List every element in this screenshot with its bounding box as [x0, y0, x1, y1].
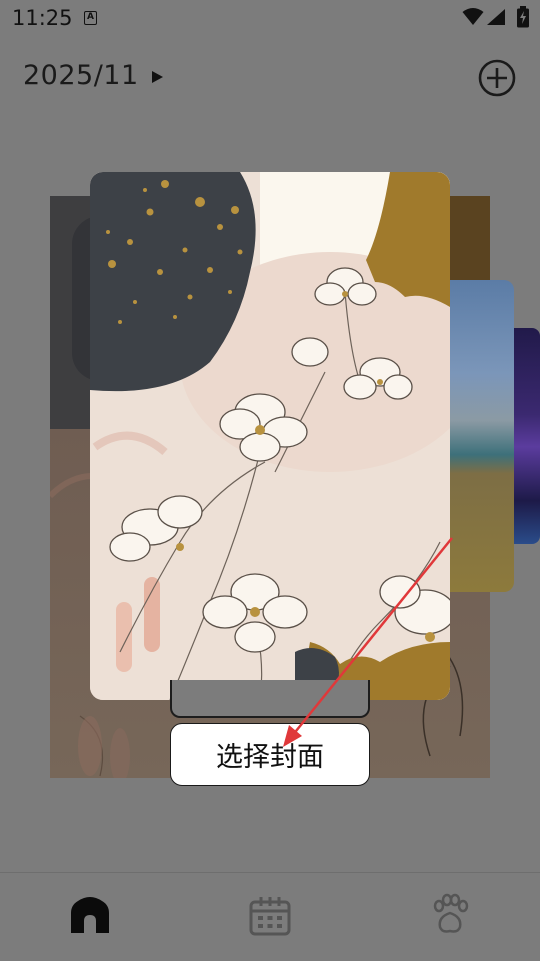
play-triangle-icon[interactable] [151, 70, 164, 84]
floral-cover-illustration [90, 172, 450, 700]
month-label[interactable]: 2025/11 [23, 60, 139, 91]
plus-circle-icon[interactable] [478, 59, 516, 97]
choose-cover-button[interactable]: 选择封面 [170, 723, 370, 786]
paw-icon[interactable] [428, 893, 472, 937]
cover-option-beach[interactable] [450, 280, 514, 592]
bottom-nav [0, 872, 540, 961]
hidden-cover-button [170, 680, 370, 718]
wifi-icon [462, 8, 484, 25]
cover-option-galaxy[interactable] [514, 328, 540, 544]
selected-cover-card[interactable] [90, 172, 450, 700]
signal-icon [487, 9, 505, 25]
house-icon[interactable] [68, 893, 112, 937]
status-bar: 11:25 A [0, 0, 540, 36]
status-time: 11:25 [12, 6, 73, 30]
calendar-icon[interactable] [248, 893, 292, 937]
battery-charging-icon [517, 6, 529, 28]
a-notification-icon: A [84, 11, 97, 25]
